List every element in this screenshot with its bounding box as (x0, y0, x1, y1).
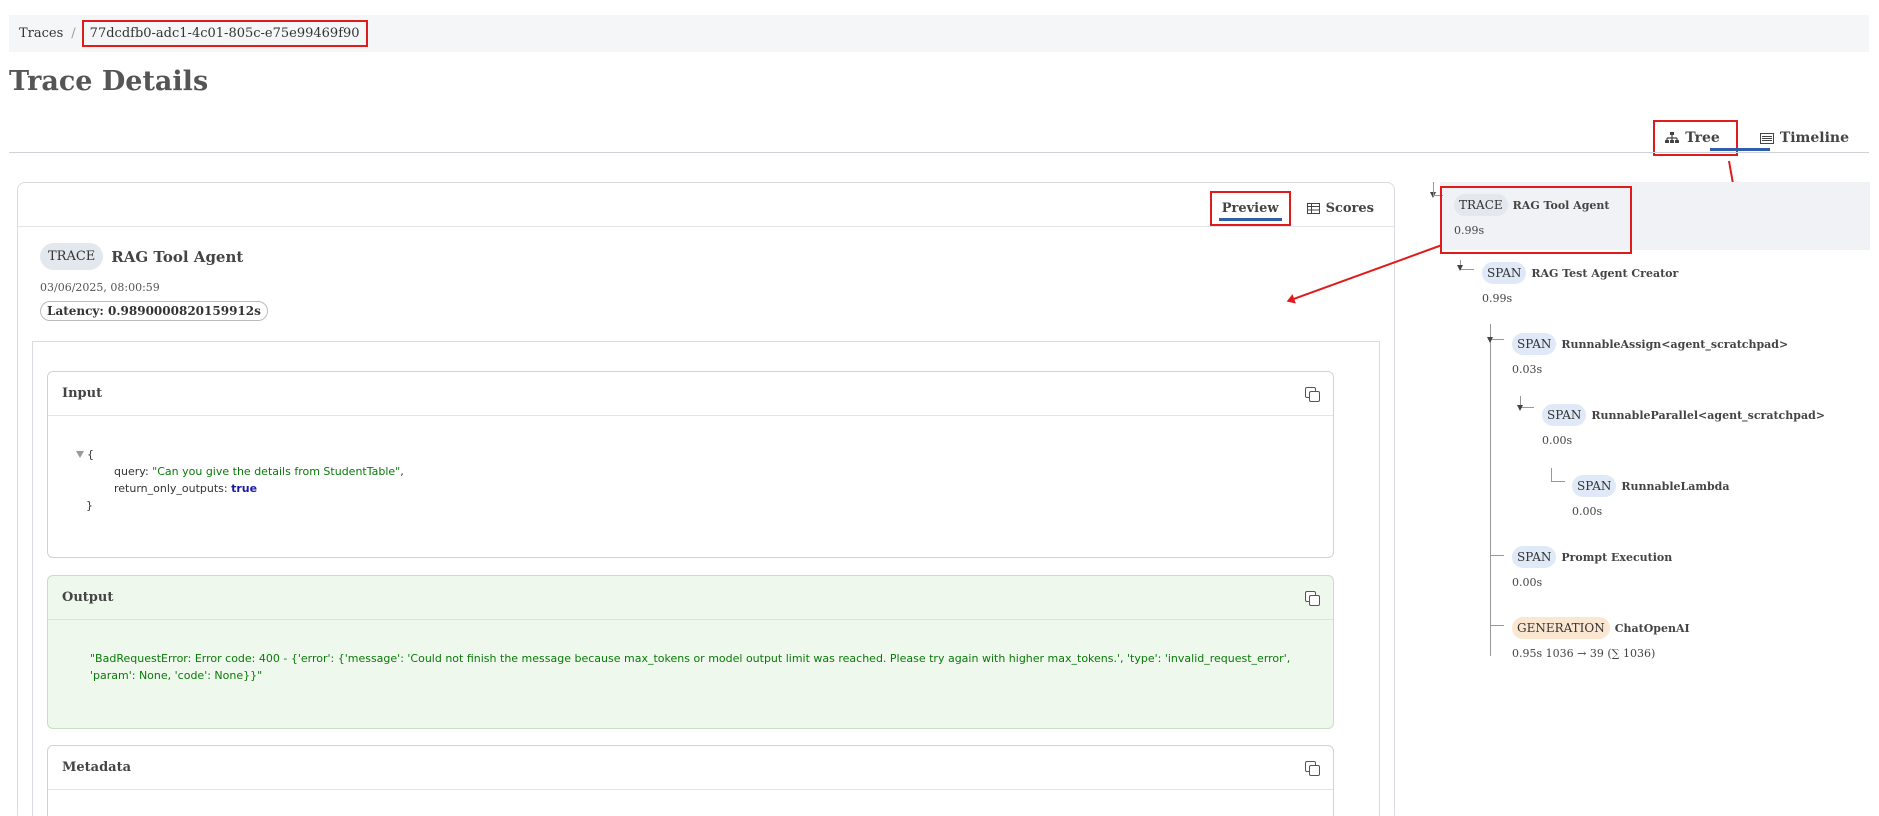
divider (9, 152, 1869, 153)
tree-node-duration: 0.95s 1036 → 39 (∑ 1036) (1512, 647, 1656, 660)
tree-node-name: RunnableParallel<agent_scratchpad> (1591, 408, 1825, 422)
tree-type-badge: SPAN (1512, 546, 1557, 568)
json-bool-value: true (231, 482, 258, 495)
tree-node-name: RAG Test Agent Creator (1531, 266, 1679, 280)
tab-scores[interactable]: Scores (1297, 193, 1384, 224)
tab-tree-label: Tree (1685, 130, 1720, 146)
tree-type-badge: TRACE (1454, 194, 1508, 216)
card-tabs: Preview Scores (1209, 191, 1384, 226)
tree-connector (1551, 468, 1565, 482)
tree-node-name: ChatOpenAI (1614, 621, 1690, 635)
tree-type-badge: GENERATION (1512, 617, 1610, 639)
preview-tab-underline (1218, 218, 1282, 221)
input-title: Input (62, 386, 103, 401)
trace-timestamp: 03/06/2025, 08:00:59 (40, 281, 160, 294)
collapse-triangle-icon[interactable] (76, 451, 84, 458)
tree-node-name: Prompt Execution (1561, 550, 1673, 564)
breadcrumb-separator: / (71, 26, 76, 41)
tree-node-span[interactable]: SPAN RunnableLambda 0.00s (1572, 475, 1730, 518)
timeline-icon (1759, 132, 1774, 144)
tree-node-span[interactable]: SPAN Prompt Execution 0.00s (1512, 546, 1672, 589)
output-section: Output "BadRequestError: Error code: 400… (47, 575, 1334, 729)
trace-type-badge: TRACE (40, 243, 104, 270)
json-row: query: "Can you give the details from St… (114, 465, 404, 478)
json-row: return_only_outputs: true (114, 482, 258, 495)
tree-connector (1490, 550, 1504, 556)
tree-node-duration: 0.00s (1542, 434, 1573, 447)
breadcrumb-trace-id: 77dcdfb0-adc1-4c01-805c-e75e99469f90 (81, 20, 368, 47)
tree-node-name: RunnableLambda (1621, 479, 1730, 493)
input-section: Input { query: "Can you give the details… (47, 371, 1334, 558)
json-string-value: "Can you give the details from StudentTa… (152, 465, 401, 478)
tree-connector-marker (1487, 337, 1493, 343)
tree-type-badge: SPAN (1482, 262, 1527, 284)
page-title: Trace Details (9, 66, 209, 97)
trace-name: RAG Tool Agent (111, 247, 244, 266)
tree-icon (1665, 132, 1680, 143)
metadata-title: Metadata (62, 760, 132, 775)
trace-tree: TRACE RAG Tool Agent 0.99s SPAN RAG Test… (1426, 180, 1870, 800)
tree-node-duration: 0.03s (1512, 363, 1543, 376)
preview-card: Preview Scores TRACE RAG Tool Agent 03/0… (17, 182, 1395, 816)
tree-node-name: RAG Tool Agent (1512, 198, 1610, 212)
tab-preview-label: Preview (1221, 201, 1279, 216)
breadcrumb: Traces / 77dcdfb0-adc1-4c01-805c-e75e994… (9, 15, 1869, 52)
input-json: { query: "Can you give the details from … (48, 416, 1333, 514)
tree-type-badge: SPAN (1572, 475, 1617, 497)
tree-node-span[interactable]: SPAN RunnableAssign<agent_scratchpad> 0.… (1512, 333, 1788, 376)
tree-node-span[interactable]: SPAN RAG Test Agent Creator 0.99s (1482, 262, 1678, 305)
tree-connector-marker (1457, 265, 1463, 271)
copy-icon[interactable] (1305, 590, 1320, 606)
json-key: return_only_outputs (114, 482, 224, 495)
json-key: query (114, 465, 145, 478)
tab-timeline-label: Timeline (1779, 130, 1849, 146)
tree-node-trace[interactable]: TRACE RAG Tool Agent 0.99s (1440, 186, 1632, 254)
breadcrumb-traces-link[interactable]: Traces (19, 26, 63, 41)
tab-scores-label: Scores (1325, 201, 1374, 216)
json-suffix: , (400, 465, 404, 478)
copy-icon[interactable] (1305, 386, 1320, 402)
tree-node-duration: 0.00s (1512, 576, 1543, 589)
tree-connector (1490, 620, 1504, 626)
tab-preview[interactable]: Preview (1209, 191, 1291, 226)
tree-tab-underline (1710, 148, 1770, 151)
json-close-brace: } (86, 499, 93, 512)
tree-node-span[interactable]: SPAN RunnableParallel<agent_scratchpad> … (1542, 404, 1825, 447)
copy-icon[interactable] (1305, 760, 1320, 776)
tree-node-generation[interactable]: GENERATION ChatOpenAI 0.95s 1036 → 39 (∑… (1512, 617, 1690, 660)
tree-type-badge: SPAN (1512, 333, 1557, 355)
tree-connector-marker (1517, 405, 1523, 411)
tree-connector (1490, 324, 1504, 656)
metadata-section: Metadata (47, 745, 1334, 816)
tree-node-name: RunnableAssign<agent_scratchpad> (1561, 337, 1789, 351)
tree-node-duration: 0.99s (1454, 224, 1485, 237)
tree-type-badge: SPAN (1542, 404, 1587, 426)
output-text: "BadRequestError: Error code: 400 - {'er… (90, 652, 1291, 682)
card-tabs-divider (18, 226, 1394, 227)
tree-node-duration: 0.99s (1482, 292, 1513, 305)
json-open-brace: { (87, 448, 94, 461)
latency-badge: Latency: 0.9890000820159912s (40, 301, 268, 321)
table-icon (1306, 203, 1320, 214)
trace-header: TRACE RAG Tool Agent (40, 243, 243, 270)
tree-node-duration: 0.00s (1572, 505, 1603, 518)
output-title: Output (62, 590, 114, 605)
